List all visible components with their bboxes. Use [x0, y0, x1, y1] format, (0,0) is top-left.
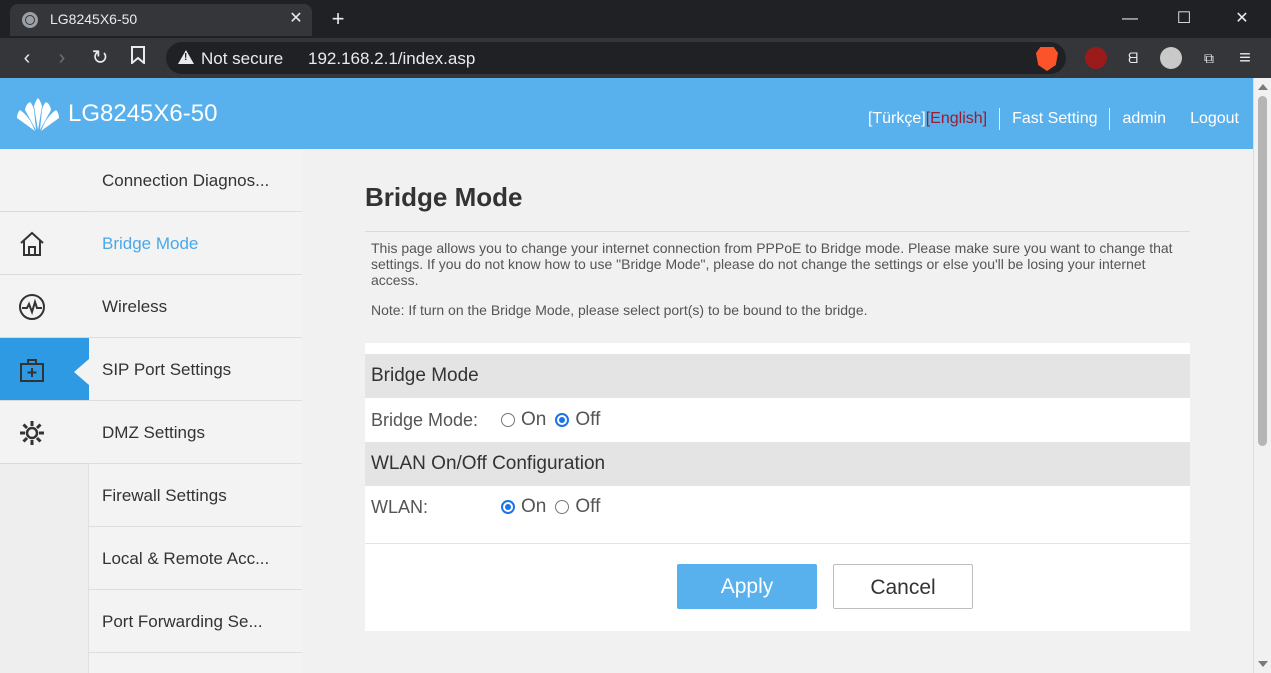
- close-window-icon[interactable]: ✕: [1229, 6, 1255, 32]
- forward-icon[interactable]: ›: [48, 44, 76, 72]
- page-header: LG8245X6-50 [Türkçe][English] Fast Setti…: [0, 78, 1253, 149]
- not-secure-label[interactable]: Not secure: [201, 49, 283, 69]
- description-text: This page allows you to change your inte…: [371, 240, 1173, 288]
- menu-item-sip-port-settings[interactable]: SIP Port Settings: [89, 338, 302, 401]
- scroll-down-icon[interactable]: [1258, 661, 1268, 667]
- bookmark-icon[interactable]: [124, 44, 152, 72]
- home-icon: [20, 231, 44, 256]
- admin-user-link[interactable]: admin: [1110, 110, 1178, 128]
- header-divider: [1109, 108, 1111, 130]
- bridge-on-radio[interactable]: [501, 413, 515, 427]
- logout-link[interactable]: Logout: [1178, 110, 1239, 128]
- main-content: Bridge Mode This page allows you to chan…: [302, 149, 1253, 673]
- sidebar-menu: Connection Diagnos... Bridge Mode Wirele…: [89, 149, 302, 673]
- huawei-logo-icon: [17, 98, 59, 131]
- pulse-icon: [19, 294, 45, 320]
- form-divider: [365, 543, 1190, 544]
- device-model-title: LG8245X6-50: [68, 100, 218, 127]
- cancel-button[interactable]: Cancel: [833, 564, 973, 609]
- browser-tab[interactable]: LG8245X6-50 ✕: [10, 4, 312, 36]
- extension-b-icon[interactable]: ᗺ: [1122, 47, 1144, 69]
- fast-setting-link[interactable]: Fast Setting: [1000, 110, 1109, 128]
- reload-icon[interactable]: ↻: [86, 44, 114, 72]
- sidebar-home[interactable]: [0, 212, 89, 275]
- menu-item-bridge-mode[interactable]: Bridge Mode: [89, 212, 302, 275]
- wlan-on-label[interactable]: On: [521, 485, 546, 529]
- bridge-on-label[interactable]: On: [521, 398, 546, 442]
- menu-item-dmz-settings[interactable]: DMZ Settings: [89, 401, 302, 464]
- wlan-off-label[interactable]: Off: [575, 485, 600, 529]
- firstaid-icon: [20, 359, 44, 382]
- browser-tabbar: LG8245X6-50 ✕ + — ☐ ✕: [0, 0, 1271, 38]
- sidebar-system[interactable]: [0, 401, 89, 464]
- vpn-icon[interactable]: [1160, 47, 1182, 69]
- ublock-icon[interactable]: [1085, 47, 1107, 69]
- page-title: Bridge Mode: [365, 182, 523, 212]
- menu-item-port-forwarding[interactable]: Port Forwarding Se...: [89, 590, 302, 653]
- header-links: [Türkçe][English] Fast Setting admin Log…: [856, 108, 1239, 130]
- header-divider: [999, 108, 1001, 130]
- bridge-off-label[interactable]: Off: [575, 398, 600, 442]
- language-switch: [Türkçe][English]: [856, 110, 999, 128]
- bridge-mode-label: Bridge Mode:: [371, 410, 479, 430]
- sidebar-icon-column: [0, 149, 89, 673]
- sidebar-status[interactable]: [0, 275, 89, 338]
- router-page: LG8245X6-50 [Türkçe][English] Fast Setti…: [0, 78, 1271, 673]
- bridge-mode-radio-group: On Off: [501, 398, 609, 442]
- bridge-mode-row: Bridge Mode: On Off: [365, 398, 1190, 442]
- url-text[interactable]: 192.168.2.1/index.asp: [308, 49, 475, 69]
- close-tab-icon[interactable]: ✕: [286, 9, 306, 29]
- address-bar[interactable]: Not secure 192.168.2.1/index.asp: [166, 42, 1066, 74]
- active-section-pointer: [74, 359, 89, 385]
- globe-icon: [22, 12, 38, 28]
- menu-item-connection-diagnosis[interactable]: Connection Diagnos...: [89, 149, 302, 212]
- page-scrollbar[interactable]: [1253, 78, 1271, 673]
- wlan-radio-group: On Off: [501, 485, 609, 529]
- brave-shield-icon[interactable]: [1036, 47, 1058, 71]
- tab-title: LG8245X6-50: [50, 11, 138, 27]
- browser-toolbar: ‹ › ↻ Not secure 192.168.2.1/index.asp ᗺ…: [0, 38, 1271, 78]
- bridge-form: Bridge Mode Bridge Mode: On Off WLAN On/…: [365, 343, 1190, 631]
- maximize-icon[interactable]: ☐: [1171, 6, 1197, 32]
- gear-icon: [20, 421, 44, 445]
- bridge-off-radio[interactable]: [555, 413, 570, 427]
- wlan-off-radio[interactable]: [555, 500, 570, 514]
- menu-item-local-remote-access[interactable]: Local & Remote Acc...: [89, 527, 302, 590]
- new-tab-button[interactable]: +: [327, 6, 349, 32]
- warning-icon: [178, 50, 194, 64]
- wlan-on-radio[interactable]: [501, 500, 515, 514]
- back-icon[interactable]: ‹: [13, 44, 41, 72]
- wlan-label: WLAN:: [371, 497, 429, 517]
- wlan-row: WLAN: On Off: [365, 485, 1190, 529]
- sidebar-icon-blank: [0, 149, 89, 212]
- lang-turkish-link[interactable]: [Türkçe]: [868, 110, 926, 127]
- section-header-bridge-mode: Bridge Mode: [365, 354, 1190, 398]
- note-text: Note: If turn on the Bridge Mode, please…: [371, 302, 868, 318]
- description-box: This page allows you to change your inte…: [365, 231, 1190, 318]
- scroll-thumb[interactable]: [1258, 96, 1267, 446]
- lang-english-link[interactable]: [English]: [926, 110, 987, 127]
- section-header-wlan: WLAN On/Off Configuration: [365, 442, 1190, 486]
- puzzle-icon[interactable]: ⧉: [1198, 47, 1220, 69]
- menu-icon[interactable]: ≡: [1234, 47, 1256, 69]
- menu-item-wireless[interactable]: Wireless: [89, 275, 302, 338]
- menu-item-firewall-settings[interactable]: Firewall Settings: [89, 464, 302, 527]
- scroll-up-icon[interactable]: [1258, 84, 1268, 90]
- apply-button[interactable]: Apply: [677, 564, 817, 609]
- minimize-icon[interactable]: —: [1117, 6, 1143, 32]
